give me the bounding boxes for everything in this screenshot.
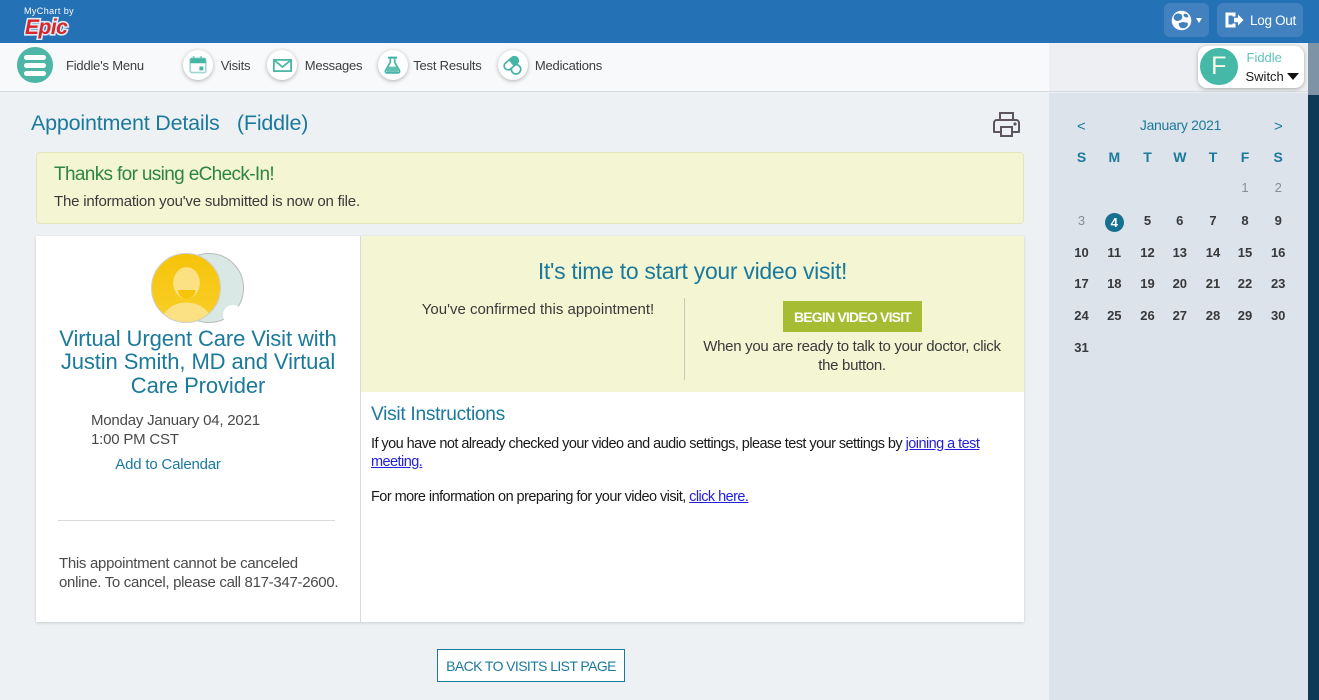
svg-text:Epic: Epic (25, 16, 68, 39)
